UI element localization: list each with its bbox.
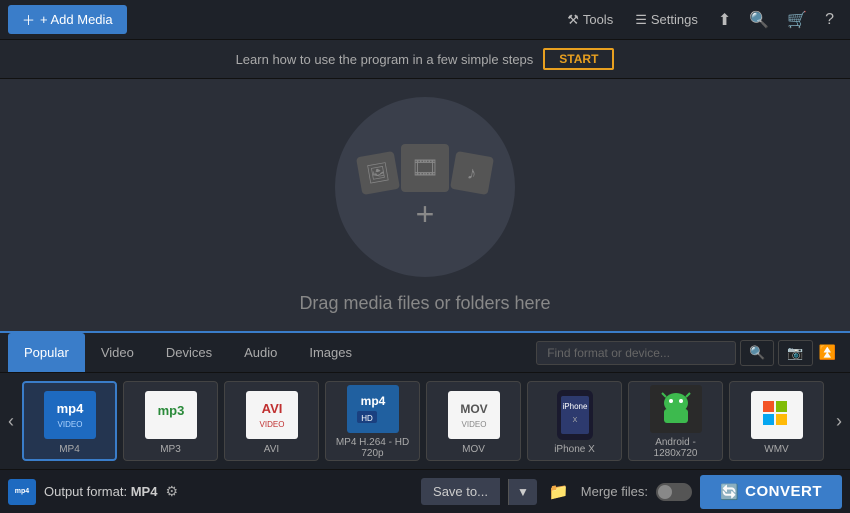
format-card-iphonex[interactable]: iPhone X iPhone X <box>527 381 622 461</box>
info-message: Learn how to use the program in a few si… <box>236 52 534 67</box>
folder-button[interactable]: 📁 <box>545 478 573 506</box>
tab-popular[interactable]: Popular <box>8 333 85 372</box>
help-button[interactable]: ? <box>817 6 842 34</box>
merge-files-label: Merge files: <box>581 484 648 499</box>
tab-audio[interactable]: Audio <box>228 333 293 372</box>
tabs-row: Popular Video Devices Audio Images 🔍 📷 ⏫ <box>0 333 850 373</box>
format-card-mp3[interactable]: mp3 MP3 <box>123 381 218 461</box>
svg-text:mp4: mp4 <box>360 394 385 408</box>
format-cards-container: ‹ mp4 VIDEO MP4 mp3 <box>0 373 850 469</box>
drop-circle: 🖼 🎞 ♪ + <box>335 97 515 277</box>
collapse-button[interactable]: ⏫ <box>813 340 842 365</box>
add-media-button[interactable]: ＋ + Add Media <box>8 5 127 34</box>
svg-text:X: X <box>572 417 577 424</box>
search-button[interactable]: 🔍 <box>741 5 777 35</box>
save-dropdown-button[interactable]: ▼ <box>508 479 537 505</box>
svg-text:AVI: AVI <box>261 401 282 416</box>
share-button[interactable]: ⬆ <box>710 5 739 35</box>
convert-label: CONVERT <box>745 483 822 500</box>
svg-text:mp4: mp4 <box>56 401 84 416</box>
wmv-icon <box>748 387 806 442</box>
output-format-value: MP4 <box>131 484 158 499</box>
mov-icon: MOV VIDEO <box>445 387 503 442</box>
wmv-label: WMV <box>764 444 788 455</box>
save-label: Save to... <box>433 484 488 499</box>
mov-label: MOV <box>462 444 485 455</box>
svg-text:MOV: MOV <box>460 402 487 416</box>
tab-devices[interactable]: Devices <box>150 333 228 372</box>
drop-icons: 🖼 🎞 ♪ <box>359 144 491 192</box>
tools-label: Tools <box>583 12 613 27</box>
image-icon: 🖼 <box>356 150 400 194</box>
svg-text:mp3: mp3 <box>157 403 184 418</box>
convert-refresh-icon: 🔄 <box>720 483 739 501</box>
bottom-bar: mp4 Output format: MP4 ⚙ Save to... ▼ 📁 … <box>0 469 850 513</box>
format-card-mp4[interactable]: mp4 VIDEO MP4 <box>22 381 117 461</box>
format-panel: Popular Video Devices Audio Images 🔍 📷 ⏫… <box>0 331 850 469</box>
format-card-avi[interactable]: AVI VIDEO AVI <box>224 381 319 461</box>
android-icon <box>647 383 705 435</box>
drop-area[interactable]: 🖼 🎞 ♪ + Drag media files or folders here <box>0 79 850 331</box>
gear-icon[interactable]: ⚙ <box>165 483 178 500</box>
android-label: Android - 1280x720 <box>633 437 718 459</box>
svg-text:VIDEO: VIDEO <box>259 420 284 429</box>
prev-arrow-button[interactable]: ‹ <box>0 381 22 461</box>
output-format-icon: mp4 <box>8 479 36 505</box>
svg-text:VIDEO: VIDEO <box>461 420 486 429</box>
camera-button[interactable]: 📷 <box>778 340 812 366</box>
merge-toggle[interactable] <box>656 483 692 501</box>
format-card-mov[interactable]: MOV VIDEO MOV <box>426 381 521 461</box>
format-search-button[interactable]: 🔍 <box>740 340 774 366</box>
plus-icon: ＋ <box>22 10 35 29</box>
avi-icon: AVI VIDEO <box>243 387 301 442</box>
avi-label: AVI <box>264 444 279 455</box>
info-bar: Learn how to use the program in a few si… <box>0 40 850 79</box>
drop-plus-icon: + <box>416 198 435 230</box>
save-button[interactable]: Save to... <box>421 478 500 505</box>
convert-button[interactable]: 🔄 CONVERT <box>700 475 842 509</box>
mp3-icon: mp3 <box>142 387 200 442</box>
search-area: 🔍 📷 <box>536 340 812 366</box>
svg-text:VIDEO: VIDEO <box>57 420 82 429</box>
tab-images[interactable]: Images <box>293 333 368 372</box>
svg-text:HD: HD <box>361 414 373 423</box>
format-search-input[interactable] <box>536 341 736 365</box>
cart-button[interactable]: 🛒 <box>779 5 815 35</box>
next-arrow-button[interactable]: › <box>828 381 850 461</box>
svg-text:iPhone: iPhone <box>562 402 587 411</box>
share-icon: ⬆ <box>718 12 731 29</box>
format-card-wmv[interactable]: WMV <box>729 381 824 461</box>
help-icon: ? <box>825 11 834 28</box>
format-card-android[interactable]: Android - 1280x720 <box>628 381 723 461</box>
start-button[interactable]: START <box>543 48 614 70</box>
settings-button[interactable]: ☰ Settings <box>625 7 708 33</box>
iphonex-icon: iPhone X <box>546 387 604 442</box>
mp3-label: MP3 <box>160 444 181 455</box>
mp4hd-label: MP4 H.264 - HD 720p <box>330 437 415 459</box>
settings-icon: ☰ <box>635 12 647 28</box>
format-cards: mp4 VIDEO MP4 mp3 MP3 <box>22 379 828 463</box>
tools-button[interactable]: ⚒ Tools <box>557 7 623 33</box>
output-label-text: Output format: <box>44 484 127 499</box>
add-media-label: + Add Media <box>40 12 113 27</box>
tab-video[interactable]: Video <box>85 333 150 372</box>
tools-icon: ⚒ <box>567 12 579 28</box>
settings-label: Settings <box>651 12 698 27</box>
drop-text: Drag media files or folders here <box>299 293 550 314</box>
mp4hd-icon: mp4 HD <box>344 383 402 435</box>
cart-icon: 🛒 <box>787 12 807 29</box>
music-icon: ♪ <box>450 150 494 194</box>
toolbar-left: ＋ + Add Media <box>8 5 127 34</box>
mp4-icon: mp4 VIDEO <box>41 387 99 442</box>
output-format-label: Output format: MP4 <box>44 484 157 499</box>
format-card-mp4hd[interactable]: mp4 HD MP4 H.264 - HD 720p <box>325 381 420 461</box>
output-format-icon-text: mp4 <box>15 488 29 495</box>
search-icon: 🔍 <box>749 12 769 29</box>
iphonex-label: iPhone X <box>554 444 595 455</box>
toolbar-right: ⚒ Tools ☰ Settings ⬆ 🔍 🛒 ? <box>557 5 842 35</box>
toggle-knob <box>658 485 672 499</box>
video-icon: 🎞 <box>401 144 449 192</box>
toolbar: ＋ + Add Media ⚒ Tools ☰ Settings ⬆ 🔍 🛒 ? <box>0 0 850 40</box>
mp4-label: MP4 <box>59 444 80 455</box>
